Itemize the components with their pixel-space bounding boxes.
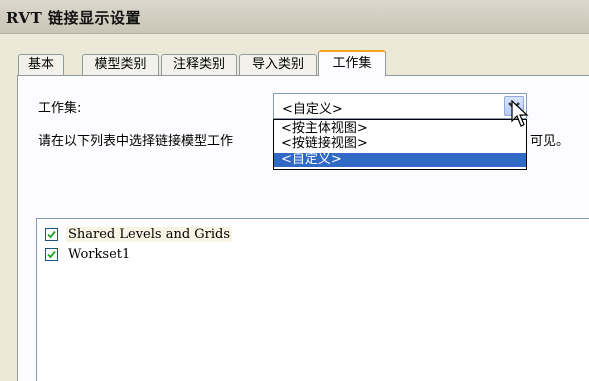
instruction-text-end: 可见。 [530, 134, 570, 149]
checkmark-icon [47, 250, 56, 259]
workset-dropdown[interactable]: <自定义> [273, 93, 527, 119]
option-by-host-view[interactable]: <按主体视图> [274, 122, 526, 136]
workset-dropdown-value: <自定义> [282, 102, 343, 117]
list-item-label: Shared Levels and Grids [66, 227, 233, 242]
checkbox[interactable] [45, 228, 58, 241]
mouse-pointer-icon [511, 100, 529, 127]
dialog-title: RVT 链接显示设置 [6, 9, 141, 27]
checkbox[interactable] [45, 248, 58, 261]
workset-label: 工作集: [38, 101, 82, 116]
option-by-linked-view[interactable]: <按链接视图> [274, 137, 526, 151]
workset-list[interactable]: Shared Levels and Grids Workset1 [36, 218, 589, 381]
list-item-workset1[interactable]: Workset1 [45, 246, 589, 264]
workset-dropdown-list: <按主体视图> <按链接视图> <自定义> [273, 119, 527, 170]
link-display-settings-dialog: RVT 链接显示设置 基本 模型类别 注释类别 导入类别 工作集 工作集: 请在… [0, 0, 589, 381]
checkmark-icon [47, 230, 56, 239]
tab-import-categories[interactable]: 导入类别 [239, 54, 317, 75]
tab-basic[interactable]: 基本 [18, 54, 64, 75]
tab-annotation-categories[interactable]: 注释类别 [161, 54, 237, 75]
option-custom[interactable]: <自定义> [274, 153, 526, 167]
tab-model-categories[interactable]: 模型类别 [82, 54, 159, 75]
list-item-shared-levels[interactable]: Shared Levels and Grids [45, 226, 589, 244]
tab-bar: 基本 模型类别 注释类别 导入类别 工作集 [0, 50, 589, 76]
tab-worksets[interactable]: 工作集 [318, 50, 386, 76]
instruction-text-start: 请在以下列表中选择链接模型工作 [38, 134, 234, 149]
list-item-label: Workset1 [68, 247, 131, 262]
title-bar: RVT 链接显示设置 [0, 0, 589, 34]
